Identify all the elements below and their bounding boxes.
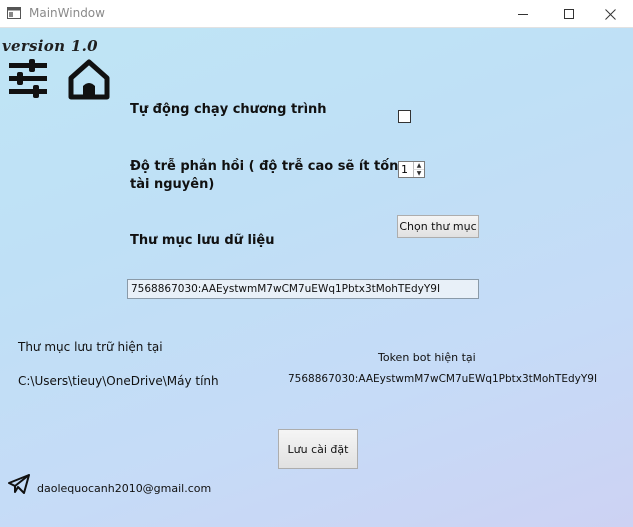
- delay-spinbox[interactable]: 1 ▲ ▼: [398, 161, 425, 178]
- settings-sliders-icon[interactable]: [7, 58, 49, 100]
- delay-label: Độ trễ phản hồi ( độ trễ cao sẽ ít tốn t…: [130, 159, 399, 192]
- title-bar: MainWindow: [0, 0, 633, 28]
- maximize-icon: [564, 9, 574, 19]
- current-token-value: 7568867030:AAEystwmM7wCM7uEWq1Pbtx3tMohT…: [288, 373, 598, 385]
- close-icon: [604, 8, 616, 20]
- auto-run-label: Tự động chạy chương trình: [130, 102, 327, 117]
- token-input[interactable]: 7568867030:AAEystwmM7wCM7uEWq1Pbtx3tMohT…: [127, 279, 479, 299]
- close-button[interactable]: [587, 0, 633, 28]
- current-folder-path: C:\Users\tieuy\OneDrive\Máy tính: [18, 374, 219, 388]
- maximize-button[interactable]: [546, 0, 592, 28]
- main-window-content: version 1.0 Tự động chạy chương trình Độ…: [0, 28, 633, 527]
- contact-email: daolequocanh2010@gmail.com: [37, 482, 212, 495]
- minimize-button[interactable]: [500, 0, 546, 28]
- window-title: MainWindow: [29, 6, 105, 20]
- minimize-icon: [518, 14, 528, 15]
- home-icon[interactable]: [67, 58, 111, 100]
- spin-up-arrow-icon[interactable]: ▲: [413, 162, 424, 170]
- app-window-icon: [7, 7, 21, 19]
- choose-folder-button[interactable]: Chọn thư mục: [397, 215, 479, 238]
- spin-down-arrow-icon[interactable]: ▼: [413, 170, 424, 177]
- delay-value: 1: [401, 163, 408, 176]
- version-label: version 1.0: [2, 37, 98, 55]
- telegram-icon: [8, 474, 30, 494]
- auto-run-checkbox[interactable]: [398, 110, 411, 123]
- save-settings-button[interactable]: Lưu cài đặt: [278, 429, 358, 469]
- current-token-label: Token bot hiện tại: [378, 351, 476, 364]
- current-folder-label: Thư mục lưu trữ hiện tại: [18, 340, 163, 354]
- data-folder-label: Thư mục lưu dữ liệu: [130, 233, 275, 248]
